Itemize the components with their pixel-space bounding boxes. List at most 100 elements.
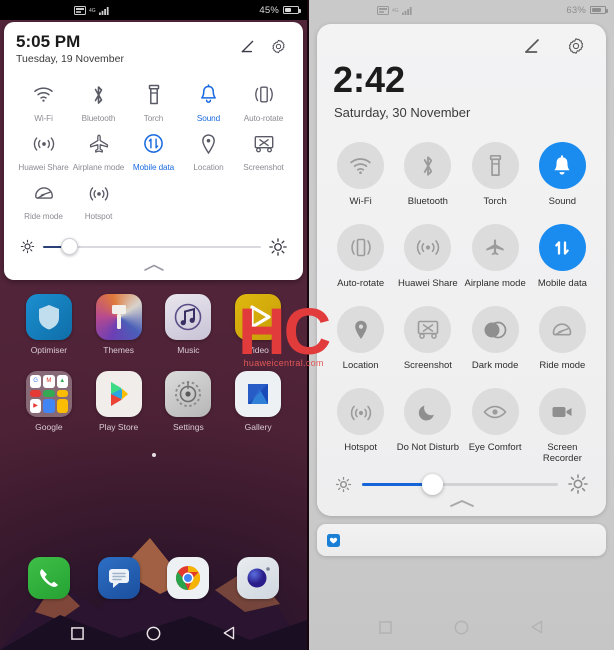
tile-label: Bluetooth [407,196,448,207]
right-tile-row-1: Wi-Fi Bluetooth Torch Sound [327,142,596,220]
tile-label: Location [193,162,224,172]
right-panel-actions [327,36,596,56]
app-google-folder[interactable]: G M ▲ ▶ Google [14,370,84,432]
app-label: Music [177,344,200,355]
battery-icon [283,6,301,14]
flashlight-icon [471,142,519,189]
chrome-icon [167,557,210,599]
tile-label: Dark mode [471,360,519,371]
brightness-slider-knob[interactable] [422,473,444,495]
app-label: Settings [173,421,204,432]
tile-label: Airplane mode [464,278,526,289]
tile-airplane-mode[interactable]: Airplane mode [462,224,529,302]
home-circle-icon[interactable] [146,626,161,641]
chevron-up-icon [449,500,474,507]
flashlight-icon [126,82,181,108]
recents-square-icon[interactable] [378,620,392,634]
right-status-bar: 4G 63% [309,0,614,20]
tile-hotspot[interactable]: Hotspot [71,175,126,224]
screenshot-icon [236,131,291,157]
dock-messages[interactable]: Messages [84,557,154,614]
app-settings[interactable]: Settings [154,370,224,432]
right-notification-card[interactable] [317,524,606,556]
tile-airplane-mode[interactable]: Airplane mode [71,126,126,175]
tile-dark-mode[interactable]: Dark mode [462,306,529,384]
tile-label: Eye Comfort [468,442,522,453]
tile-auto-rotate[interactable]: Auto-rotate [236,77,291,126]
tile-huawei-share[interactable]: Huawei Share [394,224,461,302]
left-status-right-icons: 45% [259,5,301,16]
tile-sound[interactable]: Sound [529,142,596,220]
tile-torch[interactable]: Torch [462,142,529,220]
tile-screenshot[interactable]: Screenshot [394,306,461,384]
brightness-slider-knob[interactable] [60,238,78,256]
tile-wifi[interactable]: Wi-Fi [327,142,394,220]
tile-ride-mode[interactable]: Ride mode [16,175,71,224]
airplane-icon [71,131,126,157]
pencil-edit-icon[interactable] [239,38,256,55]
tile-label: Bluetooth [81,113,116,123]
tile-bluetooth[interactable]: Bluetooth [394,142,461,220]
notification-app-icon [327,533,340,547]
tile-label: Auto-rotate [337,278,385,289]
battery-icon [590,6,608,14]
app-music[interactable]: Music [154,293,224,355]
tile-mobile-data[interactable]: Mobile data [126,126,181,175]
tile-mobile-data[interactable]: Mobile data [529,224,596,302]
pencil-edit-icon[interactable] [522,36,542,56]
dock-browser[interactable]: Browser [223,557,293,614]
home-circle-icon[interactable] [454,620,469,635]
app-themes[interactable]: Themes [84,293,154,355]
recents-square-icon[interactable] [70,626,84,640]
ride-mode-helmet-icon [538,306,586,353]
gear-icon[interactable] [270,38,287,55]
left-clock-block: 5:05 PM Tuesday, 19 November [16,32,239,65]
tile-screenshot[interactable]: Screenshot [236,126,291,175]
app-gallery[interactable]: Gallery [223,370,293,432]
tile-location[interactable]: Location [181,126,236,175]
left-clock-time: 5:05 PM [16,32,81,51]
tile-sound[interactable]: Sound [181,77,236,126]
tile-auto-rotate[interactable]: Auto-rotate [327,224,394,302]
tile-ride-mode[interactable]: Ride mode [529,306,596,384]
left-dock: Phone Messages Chrome Browser [0,557,307,614]
battery-fill [592,8,601,12]
app-label: Play Store [99,421,139,432]
dark-mode-contrast-icon [471,306,519,353]
right-phone-screenshot: 4G 63% 2:42 Saturday, 30 November Wi-Fi … [307,0,614,650]
tile-label: Hotspot [344,442,377,453]
tile-wifi[interactable]: Wi-Fi [16,77,71,126]
app-optimiser[interactable]: Optimiser [14,293,84,355]
tile-torch[interactable]: Torch [126,77,181,126]
left-tile-row-2: Huawei Share Airplane mode Mobile data L… [16,126,291,175]
back-triangle-icon[interactable] [531,620,545,634]
dock-chrome[interactable]: Chrome [154,557,224,614]
right-tile-row-2: Auto-rotate Huawei Share Airplane mode M… [327,224,596,302]
brightness-slider-track[interactable] [43,238,261,256]
app-play-store[interactable]: Play Store [84,370,154,432]
battery-percent-label: 63% [566,4,586,16]
tile-label: Ride mode [24,211,63,221]
tile-screen-recorder[interactable]: Screen Recorder [529,388,596,466]
battery-fill [285,8,291,12]
location-pin-icon [337,306,385,353]
tile-eye-comfort[interactable]: Eye Comfort [462,388,529,466]
airplane-icon [471,224,519,271]
tile-huawei-share[interactable]: Huawei Share [16,126,71,175]
tile-bluetooth[interactable]: Bluetooth [71,77,126,126]
left-tile-grid: Wi-Fi Bluetooth Torch Sound Auto-rotate … [16,77,291,224]
back-triangle-icon[interactable] [223,626,237,640]
gear-icon[interactable] [566,36,586,56]
app-label: Themes [103,344,134,355]
dock-phone[interactable]: Phone [14,557,84,614]
tile-hotspot[interactable]: Hotspot [327,388,394,466]
page-dot [151,452,156,457]
app-video[interactable]: Video [223,293,293,355]
tile-do-not-disturb[interactable]: Do Not Disturb [394,388,461,466]
left-status-left-icons: 4G [74,5,110,15]
tile-label: Screenshot [403,360,452,371]
left-collapse-handle[interactable] [16,260,291,274]
right-collapse-handle[interactable] [327,496,596,512]
brightness-slider-track[interactable] [362,473,558,495]
tile-location[interactable]: Location [327,306,394,384]
